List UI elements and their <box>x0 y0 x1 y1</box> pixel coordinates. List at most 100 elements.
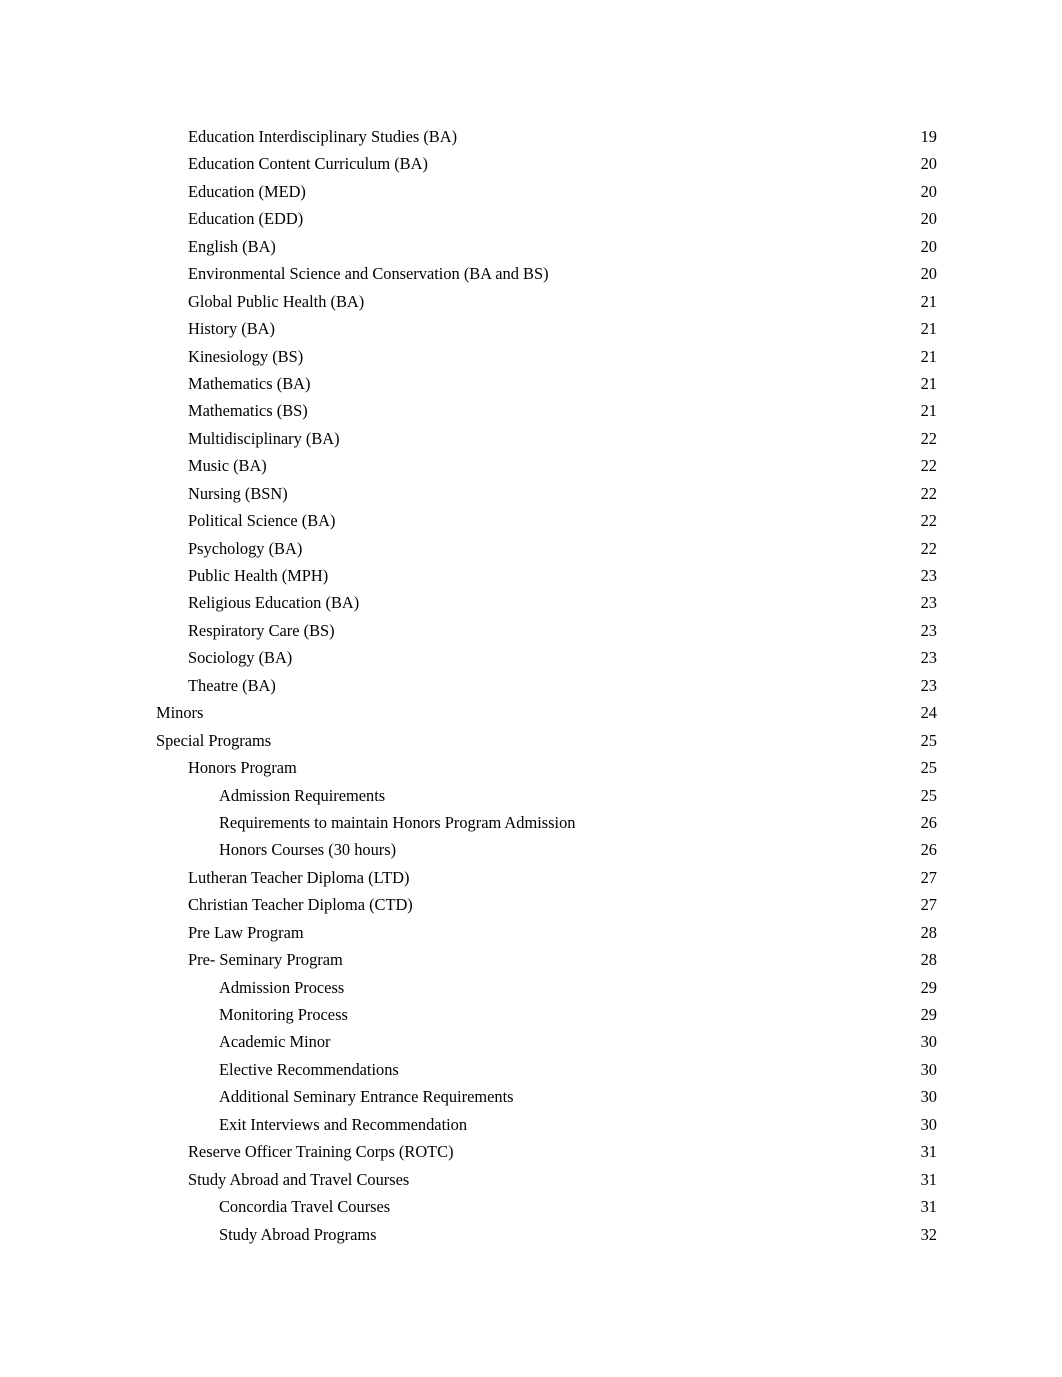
toc-entry-page-number: 25 <box>920 758 937 778</box>
toc-entry-title: Honors Courses (30 hours) <box>219 840 397 860</box>
toc-entry-page-number: 20 <box>920 181 937 201</box>
toc-entry[interactable]: History (BA) 21 <box>156 315 937 342</box>
toc-entry[interactable]: Pre Law Program 28 <box>156 919 937 946</box>
toc-entry-title: Elective Recommendations <box>219 1059 399 1079</box>
toc-entry[interactable]: Multidisciplinary (BA) 22 <box>156 425 937 452</box>
toc-entry-title: Admission Process <box>219 977 345 997</box>
toc-entry-page-number: 27 <box>920 895 937 915</box>
toc-entry-page-number: 30 <box>920 1087 937 1107</box>
toc-entry[interactable]: Global Public Health (BA) 21 <box>156 288 937 315</box>
toc-entry-page-number: 20 <box>920 264 937 284</box>
toc-entry[interactable]: Academic Minor 30 <box>156 1028 937 1055</box>
toc-entry-title: Pre Law Program <box>188 922 304 942</box>
toc-entry-title: Theatre (BA) <box>188 675 276 695</box>
toc-entry-title: Study Abroad Programs <box>219 1224 377 1244</box>
toc-entry-page-number: 21 <box>920 319 937 339</box>
toc-entry-page-number: 21 <box>920 373 937 393</box>
toc-entry-page-number: 22 <box>920 483 937 503</box>
toc-entry[interactable]: Honors Courses (30 hours) 26 <box>156 836 937 863</box>
toc-entry-title: Education (EDD) <box>188 209 304 229</box>
toc-entry[interactable]: Education (EDD) 20 <box>156 205 937 232</box>
toc-entry-page-number: 30 <box>920 1114 937 1134</box>
toc-entry-title: Global Public Health (BA) <box>188 291 365 311</box>
toc-entry-page-number: 31 <box>920 1169 937 1189</box>
toc-entry-title: Sociology (BA) <box>188 648 293 668</box>
toc-entry[interactable]: Study Abroad Programs 32 <box>156 1221 937 1248</box>
toc-entry[interactable]: Education Interdisciplinary Studies (BA)… <box>156 123 937 150</box>
toc-entry-title: Study Abroad and Travel Courses <box>188 1169 410 1189</box>
toc-entry[interactable]: Reserve Officer Training Corps (ROTC) 31 <box>156 1138 937 1165</box>
toc-entry-page-number: 25 <box>920 785 937 805</box>
document-page: Education Interdisciplinary Studies (BA)… <box>0 0 1062 1377</box>
toc-entry-page-number: 27 <box>920 867 937 887</box>
toc-entry-page-number: 29 <box>920 977 937 997</box>
toc-entry[interactable]: Nursing (BSN) 22 <box>156 480 937 507</box>
toc-entry[interactable]: Monitoring Process 29 <box>156 1001 937 1028</box>
toc-entry-page-number: 31 <box>920 1142 937 1162</box>
toc-entry-title: Minors <box>156 703 204 723</box>
toc-entry[interactable]: Elective Recommendations 30 <box>156 1056 937 1083</box>
toc-entry[interactable]: Mathematics (BA) 21 <box>156 370 937 397</box>
toc-entry[interactable]: Theatre (BA) 23 <box>156 672 937 699</box>
toc-entry-title: Nursing (BSN) <box>188 483 288 503</box>
toc-entry[interactable]: Sociology (BA) 23 <box>156 644 937 671</box>
toc-entry-page-number: 32 <box>920 1224 937 1244</box>
toc-entry[interactable]: Mathematics (BS) 21 <box>156 397 937 424</box>
toc-entry-page-number: 23 <box>920 675 937 695</box>
toc-entry-page-number: 22 <box>920 511 937 531</box>
toc-entry-title: Additional Seminary Entrance Requirement… <box>219 1087 514 1107</box>
toc-entry-page-number: 30 <box>920 1032 937 1052</box>
toc-entry-title: Reserve Officer Training Corps (ROTC) <box>188 1142 454 1162</box>
toc-entry-title: Mathematics (BA) <box>188 373 311 393</box>
toc-entry-title: History (BA) <box>188 319 275 339</box>
toc-entry-page-number: 21 <box>920 401 937 421</box>
toc-entry-page-number: 20 <box>920 236 937 256</box>
toc-entry-page-number: 20 <box>920 154 937 174</box>
toc-entry[interactable]: Psychology (BA) 22 <box>156 535 937 562</box>
toc-entry-title: Music (BA) <box>188 456 267 476</box>
toc-entry[interactable]: Admission Requirements 25 <box>156 782 937 809</box>
toc-entry[interactable]: Admission Process 29 <box>156 974 937 1001</box>
toc-entry[interactable]: Requirements to maintain Honors Program … <box>156 809 937 836</box>
toc-entry-title: Education (MED) <box>188 181 306 201</box>
toc-entry[interactable]: Special Programs 25 <box>156 727 937 754</box>
toc-entry-page-number: 23 <box>920 648 937 668</box>
toc-entry-title: Religious Education (BA) <box>188 593 360 613</box>
toc-entry-page-number: 23 <box>920 593 937 613</box>
toc-entry[interactable]: Pre- Seminary Program 28 <box>156 946 937 973</box>
toc-entry[interactable]: Political Science (BA) 22 <box>156 507 937 534</box>
toc-entry-title: Admission Requirements <box>219 785 386 805</box>
toc-entry[interactable]: Education (MED) 20 <box>156 178 937 205</box>
toc-entry-title: Academic Minor <box>219 1032 331 1052</box>
toc-entry-page-number: 25 <box>920 730 937 750</box>
toc-entry[interactable]: Music (BA) 22 <box>156 452 937 479</box>
toc-entry-page-number: 28 <box>920 950 937 970</box>
toc-entry[interactable]: Public Health (MPH) 23 <box>156 562 937 589</box>
toc-entry[interactable]: Concordia Travel Courses 31 <box>156 1193 937 1220</box>
toc-entry-page-number: 28 <box>920 922 937 942</box>
toc-entry[interactable]: Additional Seminary Entrance Requirement… <box>156 1083 937 1110</box>
toc-entry[interactable]: Honors Program 25 <box>156 754 937 781</box>
toc-entry[interactable]: Environmental Science and Conservation (… <box>156 260 937 287</box>
toc-entry[interactable]: Kinesiology (BS) 21 <box>156 343 937 370</box>
toc-entry[interactable]: Christian Teacher Diploma (CTD) 27 <box>156 891 937 918</box>
table-of-contents: Education Interdisciplinary Studies (BA)… <box>156 123 937 1248</box>
toc-entry[interactable]: Education Content Curriculum (BA) 20 <box>156 150 937 177</box>
toc-entry[interactable]: Respiratory Care (BS) 23 <box>156 617 937 644</box>
toc-entry-page-number: 20 <box>920 209 937 229</box>
toc-entry[interactable]: Lutheran Teacher Diploma (LTD) 27 <box>156 864 937 891</box>
toc-entry-page-number: 30 <box>920 1059 937 1079</box>
toc-entry-title: Public Health (MPH) <box>188 566 329 585</box>
toc-entry[interactable]: Minors 24 <box>156 699 937 726</box>
toc-entry[interactable]: Exit Interviews and Recommendation 30 <box>156 1111 937 1138</box>
toc-entry-page-number: 22 <box>920 456 937 476</box>
toc-entry[interactable]: Religious Education (BA) 23 <box>156 589 937 616</box>
toc-entry[interactable]: English (BA) 20 <box>156 233 937 260</box>
toc-entry-page-number: 26 <box>920 840 937 860</box>
toc-entry-page-number: 29 <box>920 1005 937 1024</box>
toc-entry-page-number: 19 <box>920 127 937 146</box>
toc-entry-title: Psychology (BA) <box>188 538 303 558</box>
toc-entry-page-number: 21 <box>920 291 937 311</box>
toc-entry-title: Lutheran Teacher Diploma (LTD) <box>188 867 410 887</box>
toc-entry[interactable]: Study Abroad and Travel Courses 31 <box>156 1166 937 1193</box>
